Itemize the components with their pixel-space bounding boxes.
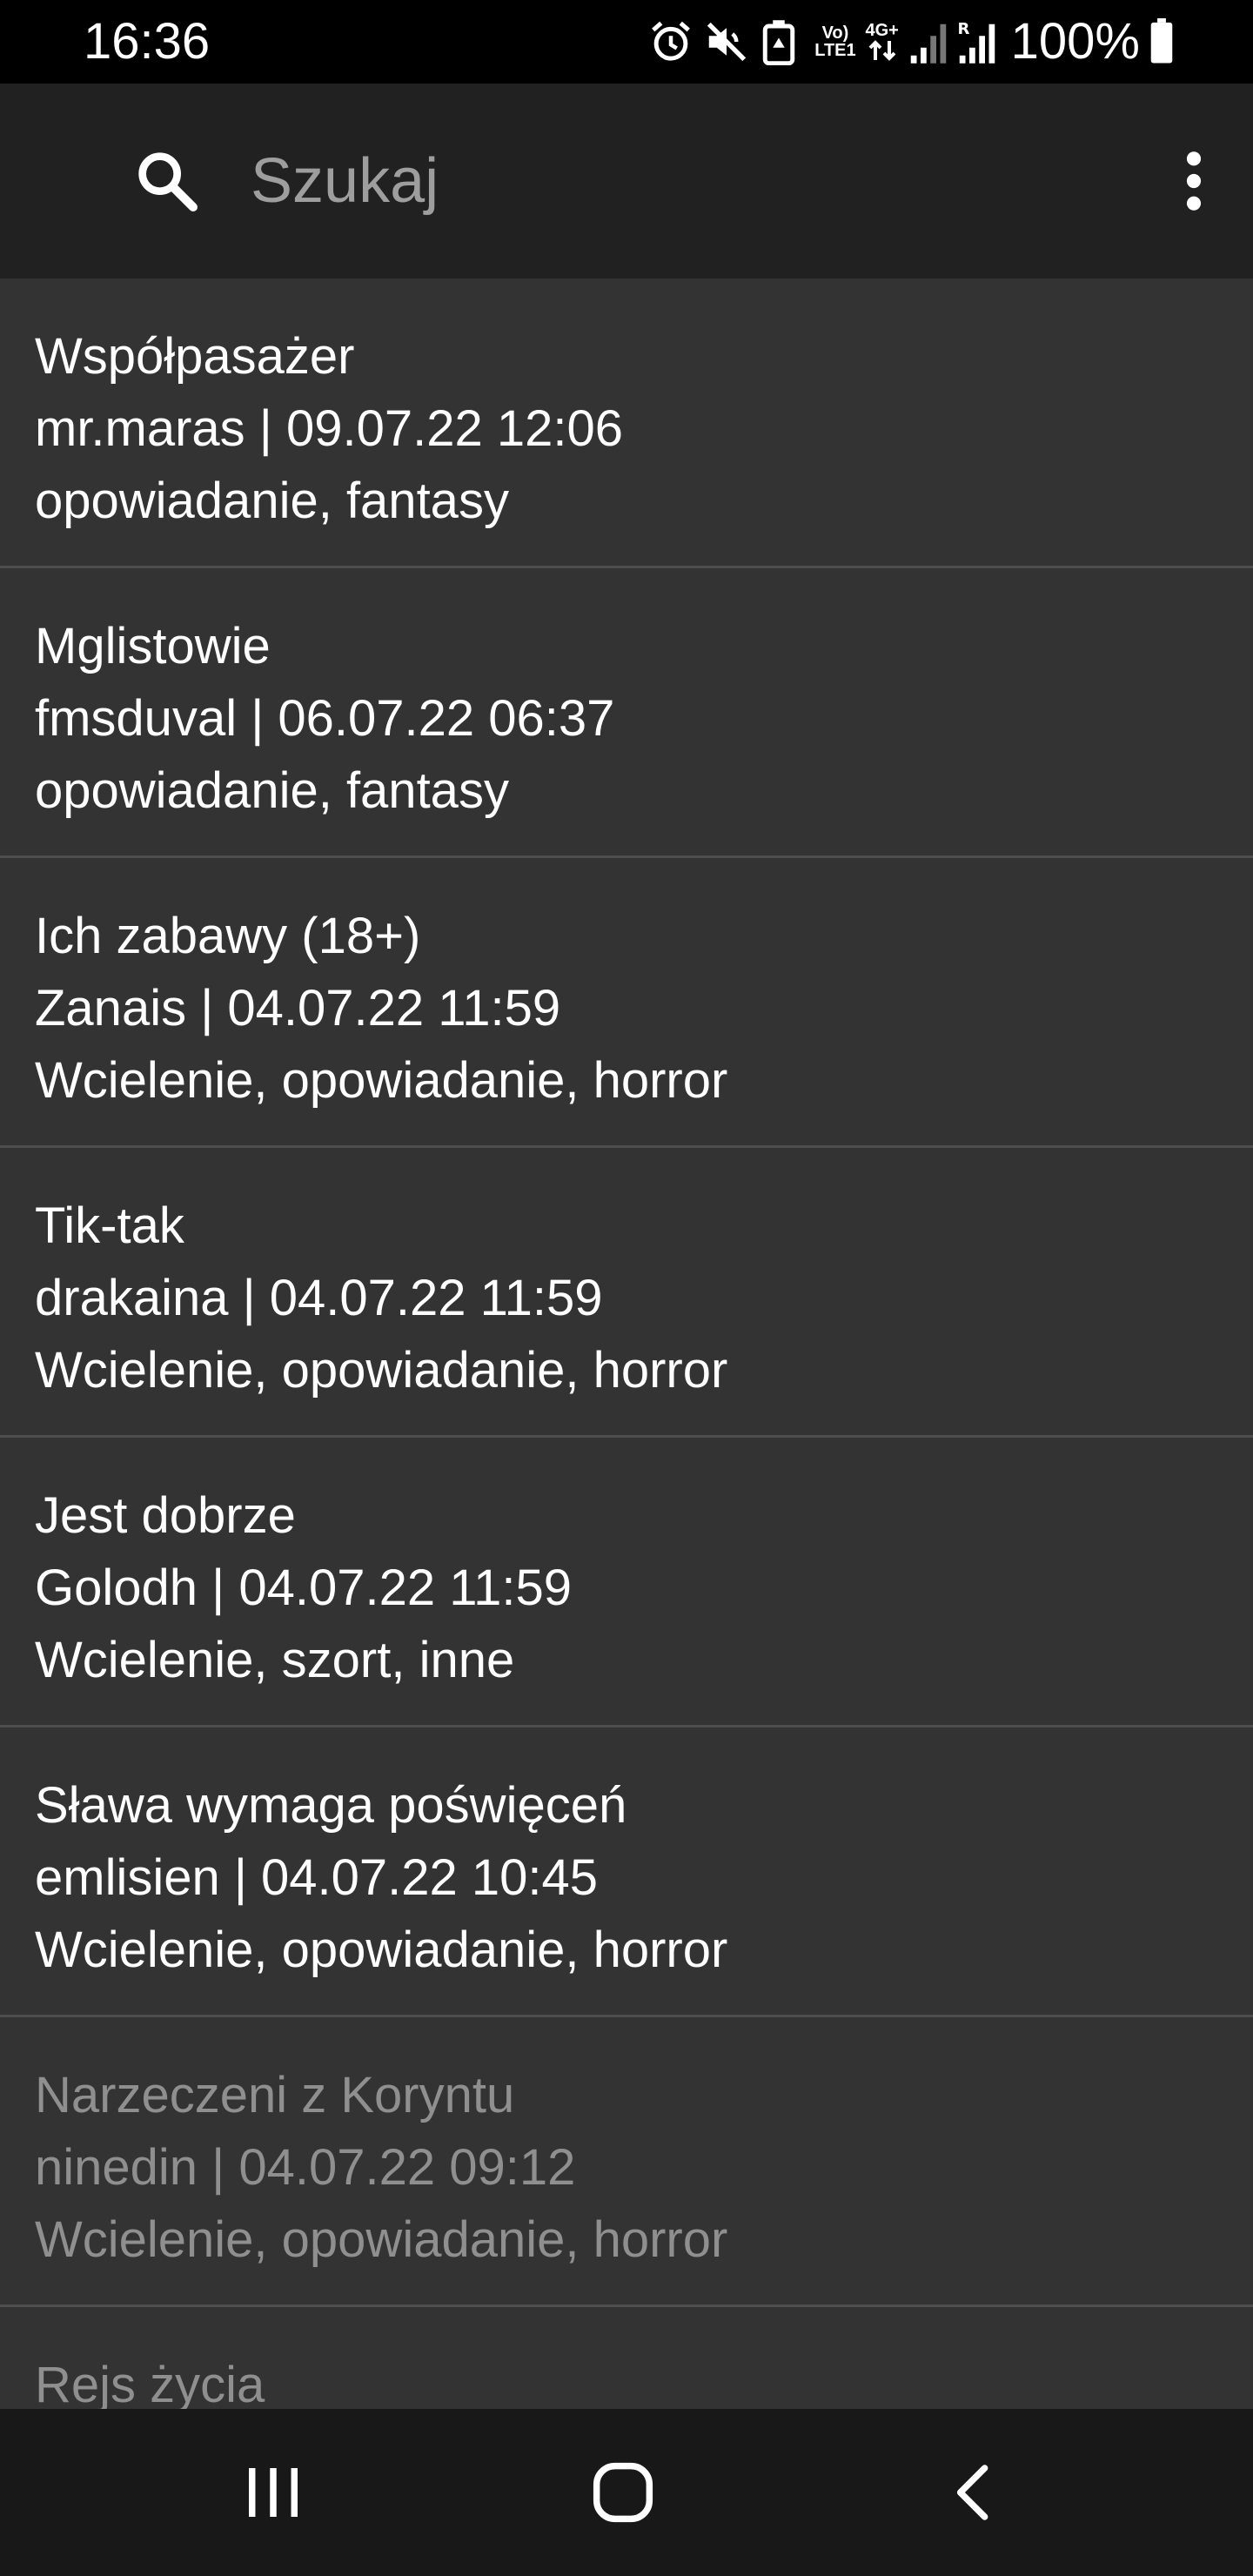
story-tags: opowiadanie, fantasy <box>35 762 509 819</box>
network-bottom-label: LTE1 <box>814 41 856 60</box>
story-title: Narzeczeni z Koryntu <box>35 2067 515 2123</box>
status-icons: Vo) LTE1 4G+ R 100% <box>647 12 1175 71</box>
recycle-icon <box>759 18 799 65</box>
volte-icon: Vo) LTE1 <box>814 24 855 59</box>
signal-icon <box>908 18 948 65</box>
story-item[interactable]: Współpasażer mr.maras | 09.07.22 12:06 opo… <box>0 278 1253 568</box>
alarm-icon <box>647 18 694 65</box>
story-item[interactable]: Narzeczeni z Koryntu ninedin | 04.07.22 0… <box>0 2017 1253 2307</box>
story-item[interactable]: Rejs życia <box>0 2307 1253 2409</box>
story-title: Tik-tak <box>35 1197 184 1254</box>
more-vert-icon[interactable] <box>1156 143 1232 219</box>
status-bar: 16:36 Vo) LTE1 4G+ R 100% <box>0 0 1253 84</box>
story-meta: ninedin | 04.07.22 09:12 <box>35 2139 576 2196</box>
story-title: Rejs życia <box>35 2357 265 2409</box>
battery-icon <box>1149 18 1175 65</box>
status-time: 16:36 <box>84 13 211 70</box>
search-toolbar <box>0 84 1253 278</box>
story-title: Współpasażer <box>35 328 355 385</box>
story-item[interactable]: Tik-tak drakaina | 04.07.22 11:59 Wcieleni… <box>0 1148 1253 1438</box>
search-icon[interactable] <box>132 146 202 216</box>
story-tags: Wcielenie, opowiadanie, horror <box>35 1922 728 1978</box>
story-title: Ich zabawy (18+) <box>35 908 421 964</box>
search-input[interactable] <box>251 138 1086 225</box>
story-tags: Wcielenie, opowiadanie, horror <box>35 1052 728 1109</box>
battery-percent: 100% <box>1010 13 1140 70</box>
data-arrows-icon: 4G+ <box>865 22 900 62</box>
story-tags: opowiadanie, fantasy <box>35 473 509 529</box>
screen: 16:36 Vo) LTE1 4G+ R 100% Szukaj Współpa… <box>0 0 1253 2576</box>
story-meta: mr.maras | 09.07.22 12:06 <box>35 400 624 457</box>
story-title: Mglistowie <box>35 618 271 674</box>
story-item[interactable]: Ich zabawy (18+) Zanais | 04.07.22 11:59 W… <box>0 858 1253 1148</box>
network-top-label: Vo) <box>821 23 849 43</box>
navigation-bar <box>0 2409 1253 2576</box>
home-icon[interactable] <box>574 2444 672 2541</box>
story-title: Jest dobrze <box>35 1487 296 1544</box>
story-meta: fmsduval | 06.07.22 06:37 <box>35 690 615 747</box>
story-item[interactable]: Sława wymaga poświęceń emlisien | 04.07.2… <box>0 1727 1253 2017</box>
story-meta: drakaina | 04.07.22 11:59 <box>35 1270 603 1326</box>
story-item[interactable]: Jest dobrze Golodh | 04.07.22 11:59 Wciele… <box>0 1438 1253 1727</box>
signal-roaming-icon: R <box>957 18 997 65</box>
back-icon[interactable] <box>926 2444 1023 2541</box>
story-tags: Wcielenie, opowiadanie, horror <box>35 1342 728 1399</box>
story-tags: Wcielenie, szort, inne <box>35 1632 515 1688</box>
story-meta: Golodh | 04.07.22 11:59 <box>35 1560 573 1616</box>
story-meta: Zanais | 04.07.22 11:59 <box>35 980 561 1036</box>
data-type-label: 4G+ <box>865 21 899 40</box>
story-title: Sława wymaga poświęceń <box>35 1777 627 1834</box>
mute-icon <box>703 18 750 65</box>
roaming-label: R <box>957 20 969 38</box>
story-list: Współpasażer mr.maras | 09.07.22 12:06 opo… <box>0 278 1253 2409</box>
story-tags: Wcielenie, opowiadanie, horror <box>35 2211 728 2268</box>
story-item[interactable]: Mglistowie fmsduval | 06.07.22 06:37 opowi… <box>0 568 1253 858</box>
recent-apps-icon[interactable] <box>224 2444 322 2541</box>
story-meta: emlisien | 04.07.22 10:45 <box>35 1849 599 1906</box>
